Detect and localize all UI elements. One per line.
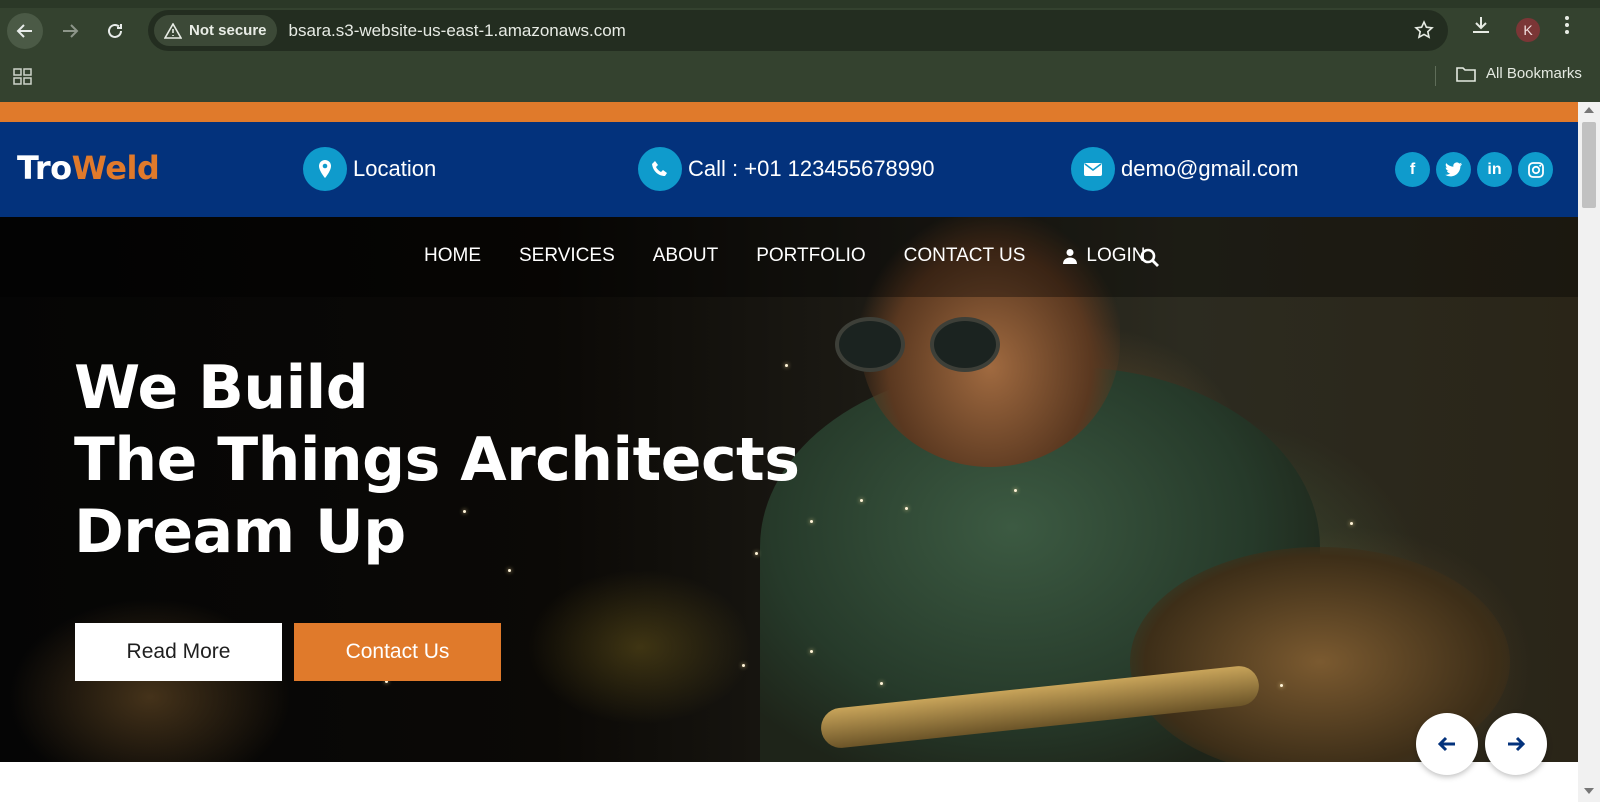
spark [810,520,813,523]
hero-line-1: We Build [74,353,369,423]
browser-chrome: Not secure bsara.s3-website-us-east-1.am… [0,0,1600,102]
location-text: Location [353,156,437,181]
tab-strip [0,0,1600,8]
nav-about[interactable]: ABOUT [653,245,718,267]
top-accent-bar [0,102,1578,122]
download-button[interactable] [1470,14,1492,41]
main-navigation: HOME SERVICES ABOUT PORTFOLIO CONTACT US… [0,217,1578,297]
instagram-icon[interactable] [1518,152,1553,187]
page-scrollbar[interactable] [1578,102,1600,802]
search-button[interactable] [1140,248,1160,273]
hero-image-goggles [835,317,1005,372]
location-link[interactable]: Location [303,147,436,191]
spark [508,569,511,572]
spark [1350,522,1353,525]
url-text[interactable]: bsara.s3-website-us-east-1.amazonaws.com [289,21,626,41]
back-button[interactable] [7,13,43,49]
address-bar[interactable]: Not secure bsara.s3-website-us-east-1.am… [148,10,1448,51]
arrow-right-icon [1508,736,1525,752]
spark [905,507,908,510]
warning-icon [164,22,182,39]
all-bookmarks-button[interactable]: All Bookmarks [1456,65,1582,82]
spark [810,650,813,653]
download-icon [1473,17,1489,33]
phone-text: Call : +01 123455678990 [688,156,935,181]
contact-us-button[interactable]: Contact Us [294,623,501,681]
user-icon [1063,249,1078,264]
nav-portfolio[interactable]: PORTFOLIO [756,245,865,267]
email-link[interactable]: demo@gmail.com [1071,147,1299,191]
hero-line-2: The Things Architects [74,425,800,495]
profile-avatar[interactable]: K [1516,18,1540,42]
back-icon [16,24,32,38]
security-chip[interactable]: Not secure [154,15,277,46]
nav-services[interactable]: SERVICES [519,245,615,267]
nav-contact-us[interactable]: CONTACT US [904,245,1026,267]
reload-button[interactable] [97,13,133,49]
facebook-icon[interactable]: f [1395,152,1430,187]
spark [742,664,745,667]
more-icon [1565,16,1569,34]
forward-button[interactable] [52,13,88,49]
social-links: f in [1395,152,1559,187]
logo-part-1: Tro [17,149,72,187]
more-menu-button[interactable] [1564,14,1570,41]
linkedin-icon[interactable]: in [1477,152,1512,187]
security-label: Not secure [189,22,267,39]
slider-prev-button[interactable] [1416,713,1478,775]
twitter-icon[interactable] [1436,152,1471,187]
scroll-down-arrow[interactable] [1584,788,1594,794]
site-logo[interactable]: TroWeld [17,149,160,187]
hero-line-3: Dream Up [74,497,406,567]
slider-next-button[interactable] [1485,713,1547,775]
spark [1280,684,1283,687]
bookmark-star-button[interactable] [1414,20,1434,46]
email-text: demo@gmail.com [1121,156,1299,181]
logo-part-2: Weld [71,149,160,187]
nav-login[interactable]: LOGIN [1063,245,1146,267]
phone-link[interactable]: Call : +01 123455678990 [638,147,935,191]
spark [1014,489,1017,492]
site-header: TroWeld Location Call : +01 123455678990… [0,122,1578,217]
envelope-icon [1071,147,1115,191]
spark [880,682,883,685]
page-viewport: TroWeld Location Call : +01 123455678990… [0,102,1578,802]
reload-icon [108,23,122,38]
spark [860,499,863,502]
phone-icon [638,147,682,191]
apps-button[interactable] [13,68,33,91]
bookmarks-separator [1435,66,1436,86]
forward-icon [63,24,79,38]
scrollbar-thumb[interactable] [1582,122,1596,208]
folder-icon [1456,66,1476,82]
all-bookmarks-label: All Bookmarks [1486,65,1582,82]
hero-headline: We Build The Things Architects Dream Up [74,352,800,568]
apps-icon [13,68,32,85]
nav-login-label: LOGIN [1086,245,1146,266]
search-icon [1140,248,1159,267]
read-more-button[interactable]: Read More [75,623,282,681]
star-icon [1414,20,1434,39]
arrow-left-icon [1438,736,1455,752]
nav-home[interactable]: HOME [424,245,481,267]
scroll-up-arrow[interactable] [1584,107,1594,113]
location-icon [303,147,347,191]
